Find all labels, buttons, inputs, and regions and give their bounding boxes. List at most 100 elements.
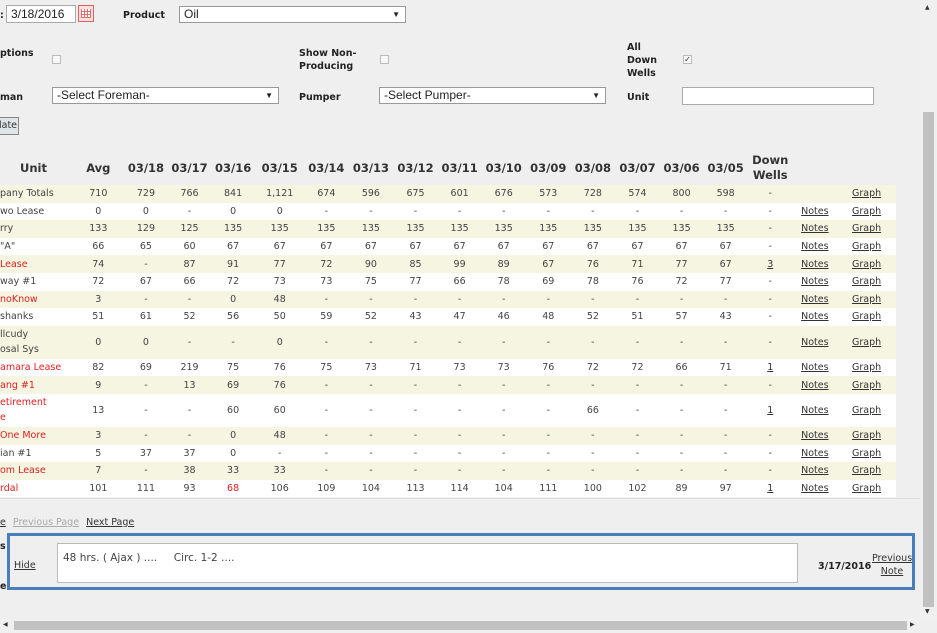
unit-name[interactable]: shanks [0,308,73,326]
notes-link[interactable]: Notes [801,311,828,322]
scroll-up-icon[interactable]: ▲ [925,4,930,11]
down-wells-link[interactable]: 1 [767,483,773,494]
unit-name[interactable]: One More [0,426,73,445]
scroll-left-icon[interactable]: ◀ [3,621,8,628]
unit-name[interactable]: etirement e [0,393,73,427]
notes-link[interactable]: Notes [801,380,828,391]
graph-link[interactable]: Graph [852,483,881,494]
notes-link[interactable]: Notes [801,362,828,373]
note-textarea[interactable]: 48 hrs. ( Ajax ) .... Circ. 1-2 .... [57,543,798,583]
table-row: llcudy osal Sys 0 0- -0- - - - - - - - - - - Notes Graph [0,325,896,359]
unit-name[interactable]: om Lease [0,462,73,480]
unit-name[interactable]: Lease [0,255,73,273]
scroll-down-icon[interactable]: ▼ [925,608,930,615]
graph-link[interactable]: Graph [852,362,881,373]
update-button[interactable]: late [0,117,19,135]
notes-link[interactable]: Notes [801,337,828,348]
calendar-icon[interactable] [78,5,94,22]
value-cell: 75 [210,358,256,377]
column-header: 03/17 [171,160,208,175]
value-cell: 67 [437,237,482,256]
avg-cell: 710 [72,185,124,203]
next-page-link[interactable]: Next Page [86,517,134,528]
graph-link[interactable]: Graph [852,430,881,441]
down-wells-cell: - [747,290,793,309]
table-row: way #1 72 67 66 72 73 73 75 77 66 78 69 78 76 72 77- Not… [0,272,896,291]
show-non-producing-checkbox[interactable] [380,55,389,64]
notes-link[interactable]: Notes [801,241,828,252]
foreman-select[interactable]: -Select Foreman- ▼ [52,87,279,104]
vertical-scroll-thumb[interactable] [923,112,934,607]
unit-name[interactable]: amara Lease [0,358,73,377]
value-cell: 574 [615,185,660,203]
value-cell: - [123,393,169,427]
graph-link[interactable]: Graph [852,294,881,305]
notes-link[interactable]: Notes [801,465,828,476]
value-cell: 0 [210,290,256,309]
unit-name[interactable]: way #1 [0,272,73,291]
graph-link[interactable]: Graph [852,276,881,287]
value-cell: 52 [570,308,616,326]
notes-link[interactable]: Notes [801,206,828,217]
graph-link[interactable]: Graph [852,448,881,459]
notes-link[interactable]: Notes [801,294,828,305]
unit-name[interactable]: rry [0,220,73,238]
notes-link[interactable]: Notes [801,259,828,270]
unit-name[interactable]: "A" [0,237,73,256]
unit-name[interactable]: wo Lease [0,202,73,221]
value-cell: 135 [348,220,394,238]
graph-link[interactable]: Graph [852,405,881,416]
unit-name[interactable]: ian #1 [0,444,73,463]
graph-link[interactable]: Graph [852,465,881,476]
down-wells-cell[interactable]: 3 [747,255,793,273]
unit-name[interactable]: llcudy osal Sys [0,325,73,359]
column-header: 03/16 [214,160,252,175]
product-select[interactable]: Oil ▼ [179,6,406,23]
graph-link[interactable]: Graph [852,206,881,217]
value-cell: 106 [255,479,305,498]
pumper-select[interactable]: -Select Pumper- ▼ [379,87,606,104]
value-cell: 60 [210,393,256,427]
notes-link[interactable]: Notes [801,405,828,416]
previous-note-link[interactable]: Previous Note [872,552,912,578]
down-wells-cell: - [747,220,793,238]
graph-link[interactable]: Graph [852,241,881,252]
notes-link[interactable]: Notes [801,483,828,494]
notes-link[interactable]: Notes [801,430,828,441]
unit-name-text: etirement [0,397,47,409]
down-wells-link[interactable]: 1 [767,405,773,416]
unit-name[interactable]: rdal [0,479,73,498]
options-checkbox[interactable] [52,55,61,64]
date-input[interactable]: 3/18/2016 [6,5,76,23]
graph-link[interactable]: Graph [852,380,881,391]
down-wells-cell[interactable]: 1 [747,393,793,427]
graph-link[interactable]: Graph [852,259,881,270]
graph-link[interactable]: Graph [852,188,881,199]
graph-link[interactable]: Graph [852,337,881,348]
value-cell: - [525,393,571,427]
graph-link[interactable]: Graph [852,311,881,322]
hide-note-link[interactable]: Hide [14,560,36,571]
value-cell: 129 [123,220,169,238]
previous-page-link[interactable]: Previous Page [13,517,79,528]
down-wells-cell[interactable]: 1 [747,358,793,377]
notes-link[interactable]: Notes [801,448,828,459]
unit-name[interactable]: pany Totals [0,185,73,203]
down-wells-cell[interactable]: 1 [747,479,793,498]
all-down-wells-checkbox[interactable]: ✓ [683,55,692,64]
value-cell: - [570,290,616,309]
unit-name[interactable]: ang #1 [0,376,73,394]
down-wells-link[interactable]: 1 [767,362,773,373]
notes-link[interactable]: Notes [801,223,828,234]
graph-link[interactable]: Graph [852,223,881,234]
horizontal-scroll-thumb[interactable] [14,621,907,630]
down-wells-link[interactable]: 3 [767,259,773,270]
first-page-link[interactable]: e [0,517,6,528]
scroll-right-icon[interactable]: ▶ [910,621,915,628]
unit-input[interactable] [682,87,874,105]
value-cell: - [525,376,571,394]
notes-link[interactable]: Notes [801,276,828,287]
value-cell: 75 [348,272,394,291]
column-header: 03/15 [261,160,298,175]
unit-name[interactable]: noKnow [0,290,73,309]
